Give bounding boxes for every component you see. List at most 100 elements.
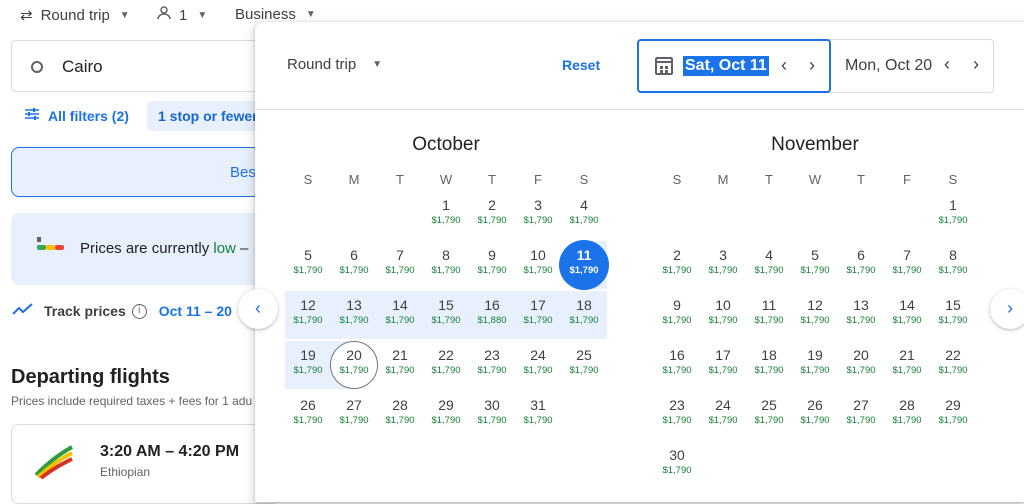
next-month-button[interactable]: › bbox=[990, 289, 1024, 329]
calendar-day[interactable]: 13 $1,790 bbox=[838, 290, 884, 340]
departure-date-field[interactable]: Sat, Oct 11 ‹ › bbox=[637, 39, 831, 93]
calendar-day[interactable]: 14 $1,790 bbox=[884, 290, 930, 340]
day-price: $1,790 bbox=[846, 365, 876, 376]
passengers-select[interactable]: 1 ▼ bbox=[157, 6, 207, 24]
calendar-day[interactable]: 18 $1,790 bbox=[746, 340, 792, 390]
calendar-day[interactable]: 11 $1,790 bbox=[746, 290, 792, 340]
calendar-day[interactable]: 6 $1,790 bbox=[331, 240, 377, 290]
departure-prev-day-button[interactable]: ‹ bbox=[781, 55, 787, 76]
calendar-day[interactable]: 19 $1,790 bbox=[792, 340, 838, 390]
calendar-day[interactable]: 7 $1,790 bbox=[377, 240, 423, 290]
trip-type-select[interactable]: ⇄ Round trip ▼ bbox=[20, 6, 130, 25]
calendar-day[interactable]: 10 $1,790 bbox=[700, 290, 746, 340]
return-date-value[interactable]: Mon, Oct 20 bbox=[845, 57, 932, 75]
calendar-day[interactable]: 10 $1,790 bbox=[515, 240, 561, 290]
calendar-day[interactable]: 6 $1,790 bbox=[838, 240, 884, 290]
calendar-day[interactable]: 4 $1,790 bbox=[746, 240, 792, 290]
swap-arrows-icon: ⇄ bbox=[20, 7, 33, 24]
stops-filter-chip[interactable]: 1 stop or fewer bbox=[147, 101, 267, 131]
info-icon[interactable]: i bbox=[131, 303, 147, 319]
calendar-day[interactable]: 15 $1,790 bbox=[930, 290, 976, 340]
caret-down-icon: ▼ bbox=[197, 9, 208, 21]
origin-value: Cairo bbox=[62, 57, 103, 76]
calendar-day[interactable]: 14 $1,790 bbox=[377, 290, 423, 340]
weekday-label: M bbox=[717, 172, 729, 187]
day-price: $1,790 bbox=[892, 265, 922, 276]
calendar-day[interactable]: 9 $1,790 bbox=[469, 240, 515, 290]
calendar-day[interactable]: 9 $1,790 bbox=[654, 290, 700, 340]
calendar-day[interactable]: 1 $1,790 bbox=[930, 190, 976, 240]
calendar-day[interactable]: 19 $1,790 bbox=[285, 340, 331, 390]
calendar-day[interactable]: 8 $1,790 bbox=[930, 240, 976, 290]
calendar-day[interactable]: 12 $1,790 bbox=[792, 290, 838, 340]
day-number: 16 bbox=[669, 347, 685, 363]
day-number: 15 bbox=[945, 297, 961, 313]
calendar-day[interactable]: 4 $1,790 bbox=[561, 190, 607, 240]
calendar-day[interactable]: 17 $1,790 bbox=[700, 340, 746, 390]
calendar-day[interactable]: 20 $1,790 bbox=[838, 340, 884, 390]
calendar-day[interactable]: 7 $1,790 bbox=[884, 240, 930, 290]
calendar-day[interactable]: 22 $1,790 bbox=[930, 340, 976, 390]
best-sort-tab[interactable]: Bes bbox=[11, 147, 271, 197]
calendar-day[interactable]: 29 $1,790 bbox=[423, 390, 469, 440]
calendar-day[interactable]: 26 $1,790 bbox=[792, 390, 838, 440]
calendar-day[interactable]: 13 $1,790 bbox=[331, 290, 377, 340]
day-price: $1,790 bbox=[569, 365, 599, 376]
day-price: $1,790 bbox=[339, 365, 369, 376]
calendar-day[interactable]: 28 $1,790 bbox=[884, 390, 930, 440]
picker-trip-type-select[interactable]: Round trip ▼ bbox=[287, 56, 382, 73]
calendar-day[interactable]: 2 $1,790 bbox=[469, 190, 515, 240]
calendar-day[interactable]: 12 $1,790 bbox=[285, 290, 331, 340]
return-next-day-button[interactable]: › bbox=[973, 54, 979, 75]
calendar-day[interactable]: 20 $1,790 bbox=[331, 340, 377, 390]
calendar-day[interactable]: 28 $1,790 bbox=[377, 390, 423, 440]
weekday-label: T bbox=[857, 172, 865, 187]
day-price: $1,790 bbox=[938, 415, 968, 426]
calendar-day[interactable]: 21 $1,790 bbox=[884, 340, 930, 390]
day-number: 10 bbox=[715, 297, 731, 313]
calendar-day[interactable]: 8 $1,790 bbox=[423, 240, 469, 290]
calendar-day[interactable]: 29 $1,790 bbox=[930, 390, 976, 440]
calendar-day[interactable]: 15 $1,790 bbox=[423, 290, 469, 340]
calendar-day[interactable]: 30 $1,790 bbox=[469, 390, 515, 440]
calendar-day[interactable]: 3 $1,790 bbox=[700, 240, 746, 290]
cabin-class-select[interactable]: Business ▼ bbox=[235, 6, 316, 23]
calendar-day[interactable]: 27 $1,790 bbox=[838, 390, 884, 440]
calendar-day[interactable]: 24 $1,790 bbox=[515, 340, 561, 390]
calendar-day[interactable]: 5 $1,790 bbox=[792, 240, 838, 290]
date-picker-dialog: Round trip ▼ Reset Sat, Oct 11 ‹ › Mon, … bbox=[255, 22, 1024, 502]
prev-month-button[interactable]: ‹ bbox=[238, 289, 278, 329]
calendar-day[interactable]: 3 $1,790 bbox=[515, 190, 561, 240]
day-price: $1,790 bbox=[431, 415, 461, 426]
calendar-day[interactable]: 23 $1,790 bbox=[469, 340, 515, 390]
calendar-day[interactable]: 16 $1,790 bbox=[654, 340, 700, 390]
calendar-day[interactable]: 31 $1,790 bbox=[515, 390, 561, 440]
all-filters-button[interactable]: All filters (2) bbox=[24, 107, 129, 125]
calendar-day[interactable]: 5 $1,790 bbox=[285, 240, 331, 290]
calendar-day[interactable]: 22 $1,790 bbox=[423, 340, 469, 390]
calendar-day[interactable]: 1 $1,790 bbox=[423, 190, 469, 240]
calendar-day[interactable]: 30 $1,790 bbox=[654, 440, 700, 490]
calendar-day[interactable]: 26 $1,790 bbox=[285, 390, 331, 440]
calendar-day[interactable]: 27 $1,790 bbox=[331, 390, 377, 440]
calendar-day[interactable]: 16 $1,880 bbox=[469, 290, 515, 340]
departure-next-day-button[interactable]: › bbox=[809, 55, 815, 76]
day-price: $1,790 bbox=[754, 365, 784, 376]
calendar-day[interactable]: 11 $1,790 bbox=[561, 240, 607, 290]
return-prev-day-button[interactable]: ‹ bbox=[944, 54, 950, 75]
calendar-day[interactable]: 25 $1,790 bbox=[746, 390, 792, 440]
calendar-day[interactable]: 2 $1,790 bbox=[654, 240, 700, 290]
origin-field[interactable]: Cairo bbox=[11, 40, 271, 92]
calendar-day[interactable]: 24 $1,790 bbox=[700, 390, 746, 440]
calendar-day[interactable]: 21 $1,790 bbox=[377, 340, 423, 390]
calendar-day[interactable]: 23 $1,790 bbox=[654, 390, 700, 440]
reset-button[interactable]: Reset bbox=[562, 57, 600, 73]
day-price: $1,790 bbox=[892, 315, 922, 326]
calendar-day[interactable]: 18 $1,790 bbox=[561, 290, 607, 340]
day-number: 19 bbox=[300, 347, 316, 363]
flight-card[interactable]: 3:20 AM – 4:20 PM Ethiopian bbox=[11, 424, 281, 504]
calendar-day[interactable]: 25 $1,790 bbox=[561, 340, 607, 390]
person-icon bbox=[157, 6, 171, 24]
day-number: 22 bbox=[438, 347, 454, 363]
calendar-day[interactable]: 17 $1,790 bbox=[515, 290, 561, 340]
